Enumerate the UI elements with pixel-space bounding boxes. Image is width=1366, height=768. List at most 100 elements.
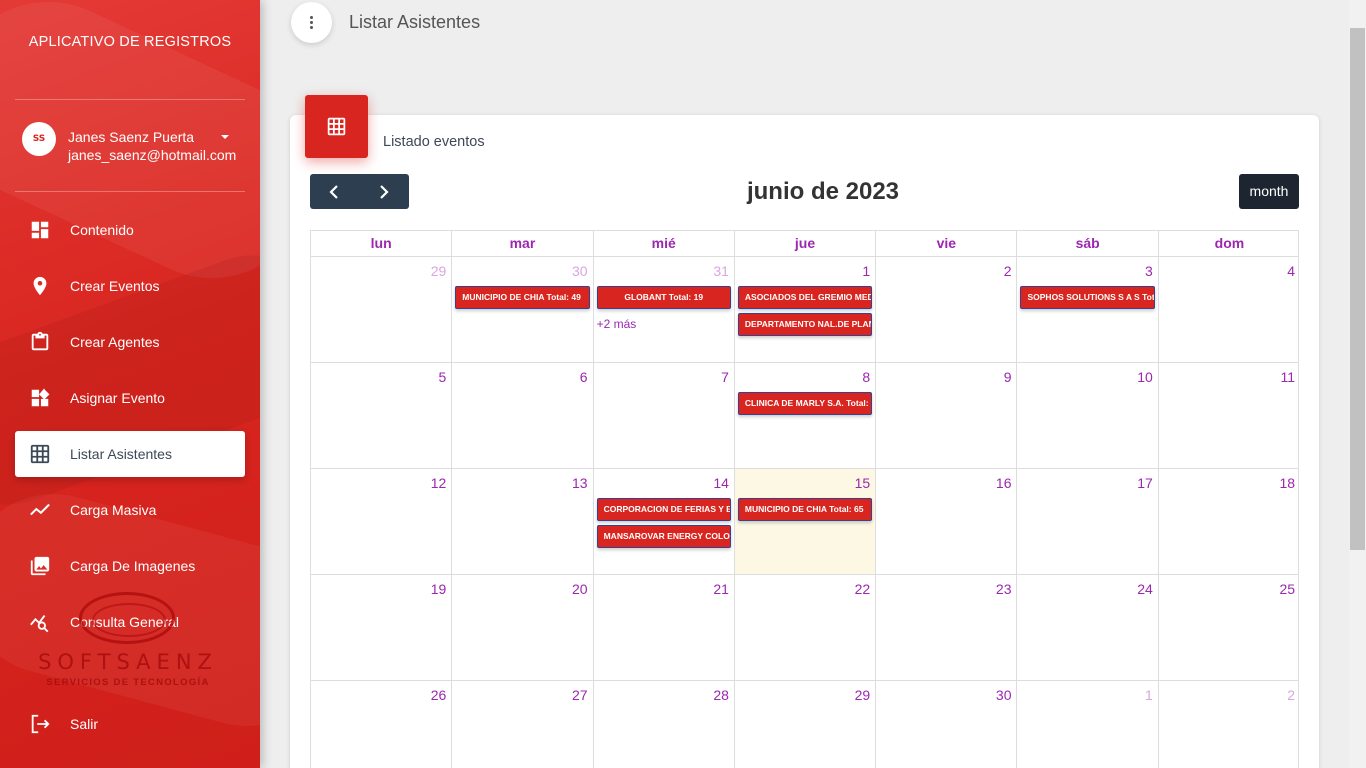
day-number[interactable]: 26 [431,687,447,703]
calendar-event[interactable]: MANSAROVAR ENERGY COLOMBIA [596,525,731,548]
day-number[interactable]: 7 [721,369,729,385]
app-brand[interactable]: APLICATIVO DE REGISTROS [0,34,260,50]
day-cell[interactable]: 27 [452,681,594,768]
day-cell[interactable]: 30 [876,681,1018,768]
day-cell[interactable]: 1 ASOCIADOS DEL GREMIO MEDICO DEPARTAMENTO… [735,257,877,362]
caret-down-icon[interactable] [221,135,229,139]
day-cell-today[interactable]: 15 MUNICIPIO DE CHIA Total: 65 [734,469,877,574]
day-number[interactable]: 23 [996,581,1012,597]
nav-item-crear-agentes[interactable]: Crear Agentes [15,319,245,365]
day-cell[interactable]: 14 CORPORACION DE FERIAS Y EXPOSICIONES MA… [594,469,735,574]
day-number[interactable]: 10 [1137,369,1153,385]
calendar-grid: lun mar mié jue vie sáb dom 29 30 MUNICIPIO DE C… [310,230,1299,768]
day-cell[interactable]: 12 [311,469,453,574]
day-cell[interactable]: 29 [735,681,877,768]
day-cell[interactable]: 16 [876,469,1018,574]
day-cell[interactable]: 19 [311,575,453,680]
day-cell[interactable]: 20 [452,575,594,680]
more-events-link[interactable]: +2 más [597,317,637,331]
calendar-event[interactable]: CLINICA DE MARLY S.A. Total: [737,392,873,415]
day-number[interactable]: 29 [431,263,447,279]
day-cell[interactable]: 5 [311,363,453,468]
day-cell[interactable]: 6 [452,363,594,468]
day-number[interactable]: 6 [580,369,588,385]
nav-item-listar-asistentes[interactable]: Listar Asistentes [15,431,245,477]
day-number[interactable]: 16 [996,475,1012,491]
day-number[interactable]: 25 [1280,581,1296,597]
day-number[interactable]: 22 [855,581,871,597]
day-cell[interactable]: 8 CLINICA DE MARLY S.A. Total: [735,363,877,468]
day-number[interactable]: 13 [572,475,588,491]
calendar-event[interactable]: ASOCIADOS DEL GREMIO MEDICO [737,286,873,309]
day-number[interactable]: 21 [713,581,729,597]
day-number[interactable]: 15 [855,475,871,491]
user-menu[interactable]: SS Janes Saenz Puerta janes_saenz@hotmai… [22,122,242,163]
day-number[interactable]: 19 [431,581,447,597]
nav-item-carga-masiva[interactable]: Carga Masiva [15,487,245,533]
calendar-event[interactable]: CORPORACION DE FERIAS Y EXPOSICIONES [596,498,731,521]
nav-item-contenido[interactable]: Contenido [15,207,245,253]
prev-month-button[interactable] [310,174,359,209]
day-cell[interactable]: 11 [1159,363,1300,468]
day-cell[interactable]: 26 [311,681,453,768]
day-number[interactable]: 30 [996,687,1012,703]
day-number[interactable]: 20 [572,581,588,597]
day-number[interactable]: 12 [431,475,447,491]
day-cell[interactable]: 3 SOPHOS SOLUTIONS S A S Total [1017,257,1159,362]
day-number[interactable]: 1 [1145,687,1153,703]
day-cell[interactable]: 2 [1159,681,1300,768]
day-cell[interactable]: 9 [876,363,1018,468]
day-number[interactable]: 28 [713,687,729,703]
day-number[interactable]: 3 [1145,263,1153,279]
day-cell[interactable]: 28 [594,681,735,768]
day-cell[interactable]: 25 [1159,575,1300,680]
next-month-button[interactable] [360,174,409,209]
calendar-event[interactable]: DEPARTAMENTO NAL.DE PLANEACION [737,313,873,336]
day-cell[interactable]: 24 [1017,575,1159,680]
day-cell[interactable]: 31 GLOBANT Total: 19 +2 más [594,257,735,362]
day-cell[interactable]: 7 [594,363,735,468]
day-number[interactable]: 4 [1287,263,1295,279]
day-number[interactable]: 1 [862,263,870,279]
nav-item-carga-de-imagenes[interactable]: Carga De Imagenes [15,543,245,589]
calendar-event[interactable]: MUNICIPIO DE CHIA Total: 49 [455,286,590,309]
scrollbar-thumb[interactable] [1350,28,1365,550]
day-number[interactable]: 24 [1137,581,1153,597]
nav-item-salir[interactable]: Salir [15,701,245,747]
calendar-title: junio de 2023 [746,178,900,205]
day-cell[interactable]: 21 [594,575,735,680]
day-number[interactable]: 18 [1280,475,1296,491]
day-cell[interactable]: 30 MUNICIPIO DE CHIA Total: 49 [452,257,594,362]
day-number[interactable]: 30 [572,263,588,279]
day-cell[interactable]: 2 [876,257,1018,362]
day-number[interactable]: 29 [855,687,871,703]
day-cell[interactable]: 13 [452,469,594,574]
day-number[interactable]: 2 [1287,687,1295,703]
scrollbar[interactable] [1349,0,1366,768]
chevron-left-icon [329,185,338,199]
day-number[interactable]: 27 [572,687,588,703]
day-cell[interactable]: 10 [1017,363,1159,468]
day-cell[interactable]: 1 [1017,681,1159,768]
day-number[interactable]: 8 [862,369,870,385]
day-number[interactable]: 17 [1137,475,1153,491]
day-number[interactable]: 9 [1004,369,1012,385]
day-number[interactable]: 31 [713,263,729,279]
calendar-event[interactable]: SOPHOS SOLUTIONS S A S Total [1020,286,1155,309]
month-view-button[interactable]: month [1239,174,1299,209]
day-number[interactable]: 11 [1281,369,1296,385]
day-number[interactable]: 2 [1004,263,1012,279]
nav-item-crear-eventos[interactable]: Crear Eventos [15,263,245,309]
calendar-event[interactable]: GLOBANT Total: 19 [596,286,731,309]
day-cell[interactable]: 17 [1017,469,1159,574]
calendar-event[interactable]: MUNICIPIO DE CHIA Total: 65 [737,498,873,521]
day-number[interactable]: 14 [713,475,729,491]
day-cell[interactable]: 29 [311,257,453,362]
more-options-button[interactable] [291,2,332,43]
day-cell[interactable]: 22 [735,575,877,680]
day-cell[interactable]: 23 [876,575,1018,680]
day-cell[interactable]: 18 [1159,469,1300,574]
nav-item-asignar-evento[interactable]: Asignar Evento [15,375,245,421]
day-cell[interactable]: 4 [1159,257,1300,362]
day-number[interactable]: 5 [439,369,447,385]
